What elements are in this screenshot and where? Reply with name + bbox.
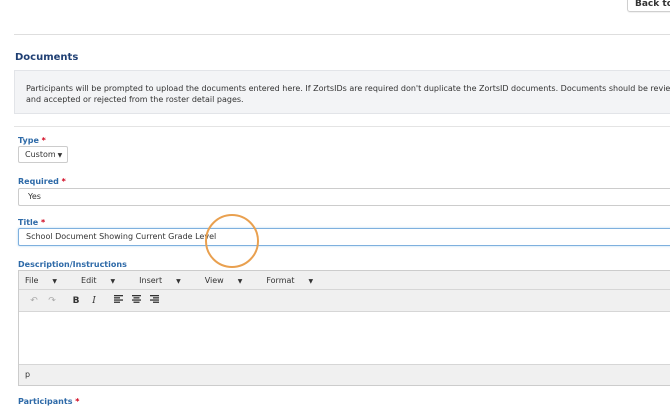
divider [14,126,670,127]
undo-icon[interactable]: ↶ [25,296,43,306]
menu-file[interactable]: File ▼ [25,276,69,285]
type-select[interactable]: Custom ▼ [18,146,68,163]
required-mark: * [41,136,46,145]
title-input[interactable]: School Document Showing Current Grade Le… [18,228,670,246]
menu-view[interactable]: View ▼ [205,276,255,285]
editor-menubar: File ▼ Edit ▼ Insert ▼ View ▼ Format ▼ [19,271,670,290]
click-highlight-circle [205,214,259,268]
type-select-value: Custom [25,150,56,159]
participants-label: Participants * [18,397,79,406]
description-label: Description/Instructions [18,260,127,269]
divider [14,34,670,35]
align-right-icon[interactable] [145,295,163,306]
section-title: Documents [15,52,79,63]
required-select-value: Yes [28,192,41,201]
required-label: Required * [18,177,66,186]
caret-down-icon: ▼ [110,277,116,285]
editor-toolbar: ↶ ↷ B I [19,290,670,312]
align-center-icon[interactable] [127,295,145,306]
caret-down-icon: ▼ [237,277,243,285]
redo-icon[interactable]: ↷ [43,296,61,306]
info-box: Participants will be prompted to upload … [14,70,670,114]
caret-down-icon: ▼ [57,152,63,159]
type-label-text: Type [18,136,39,145]
caret-down-icon: ▼ [176,277,181,285]
required-select[interactable]: Yes ⌄ [18,188,670,206]
title-label-text: Title [18,218,39,227]
type-label: Type * [18,136,46,145]
menu-insert[interactable]: Insert ▼ [139,276,193,285]
back-button[interactable]: Back to [627,0,670,12]
required-label-text: Required [18,177,59,186]
element-path: p [25,370,31,379]
align-left-icon[interactable] [109,295,127,306]
bold-icon[interactable]: B [67,296,85,306]
required-mark: * [41,218,46,227]
editor-content-area[interactable] [19,312,670,367]
italic-icon[interactable]: I [85,296,103,306]
caret-down-icon: ▼ [308,277,314,285]
required-mark: * [75,397,80,406]
title-input-value: School Document Showing Current Grade Le… [26,232,217,241]
caret-down-icon: ▼ [52,277,58,285]
menu-format[interactable]: Format ▼ [266,276,325,285]
required-mark: * [61,177,66,186]
menu-edit[interactable]: Edit ▼ [81,276,127,285]
title-label: Title * [18,218,45,227]
editor-statusbar: p [19,364,670,385]
info-text: Participants will be prompted to upload … [26,84,670,104]
rich-text-editor[interactable]: File ▼ Edit ▼ Insert ▼ View ▼ Format ▼ ↶ ↷ B … [18,270,670,386]
participants-label-text: Participants [18,397,73,406]
